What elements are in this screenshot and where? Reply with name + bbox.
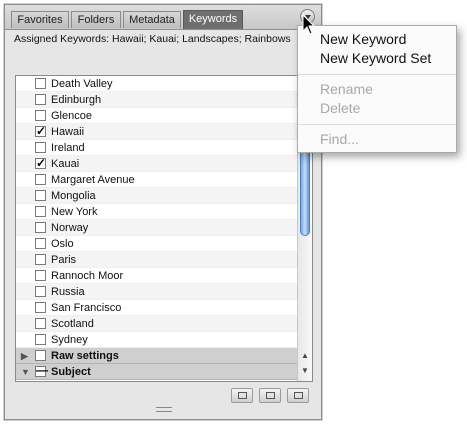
delete-keyword-button[interactable]: [287, 388, 309, 403]
new-item-icon: [266, 392, 275, 399]
keyword-label: Kauai: [51, 158, 80, 170]
menu-item-rename[interactable]: Rename: [320, 81, 373, 97]
keyword-set-label: Raw settings: [51, 350, 119, 362]
keyword-checkbox[interactable]: [35, 254, 46, 265]
keyword-label: Hawaii: [51, 126, 85, 138]
keyword-checkbox[interactable]: [35, 270, 46, 281]
list-item[interactable]: ✓ Kauai: [16, 156, 298, 172]
new-keyword-set-button[interactable]: [231, 388, 253, 403]
panel-dropdown-menu: New Keyword New Keyword Set Rename Delet…: [297, 25, 457, 153]
keyword-checkbox[interactable]: [35, 318, 46, 329]
keyword-label: Paris: [51, 254, 77, 266]
keyword-label: Ireland: [51, 142, 85, 154]
disclosure-triangle-down-icon[interactable]: ▼: [21, 364, 30, 380]
keyword-checkbox[interactable]: [35, 206, 46, 217]
keyword-label: Sydney: [51, 334, 88, 346]
new-keyword-button[interactable]: [259, 388, 281, 403]
keyword-set-label: Subject: [51, 366, 91, 378]
disclosure-triangle-right-icon[interactable]: ▶: [21, 348, 28, 364]
keyword-set-checkbox[interactable]: —: [35, 363, 48, 377]
trash-icon: [294, 392, 303, 399]
tab-bar: Favorites Folders Metadata Keywords: [5, 5, 321, 30]
list-item[interactable]: Ireland: [16, 140, 298, 156]
keyword-checkbox[interactable]: [35, 142, 46, 153]
list-item[interactable]: ✓ Hawaii: [16, 124, 298, 140]
tab-keywords[interactable]: Keywords: [183, 10, 243, 29]
menu-item-new-keyword[interactable]: New Keyword: [320, 31, 406, 47]
list-item[interactable]: San Francisco: [16, 300, 298, 316]
keyword-label: Russia: [51, 286, 85, 298]
keywords-panel: Favorites Folders Metadata Keywords Assi…: [4, 4, 322, 420]
keyword-set-checkbox[interactable]: [35, 350, 46, 361]
list-item[interactable]: Margaret Avenue: [16, 172, 298, 188]
scroll-down-arrow-icon[interactable]: ▼: [301, 366, 309, 375]
keyword-label: Mongolia: [51, 190, 96, 202]
assigned-keywords-text: Assigned Keywords: Hawaii; Kauai; Landsc…: [14, 33, 291, 45]
menu-item-new-keyword-set[interactable]: New Keyword Set: [320, 50, 431, 66]
menu-item-find[interactable]: Find...: [320, 131, 359, 147]
keyword-label: San Francisco: [51, 302, 122, 314]
list-item[interactable]: Oslo: [16, 236, 298, 252]
keyword-label: Norway: [51, 222, 89, 234]
keyword-checkbox[interactable]: [35, 286, 46, 297]
list-item[interactable]: Mongolia: [16, 188, 298, 204]
keyword-label: New York: [51, 206, 98, 218]
list-item[interactable]: New York: [16, 204, 298, 220]
keyword-checkbox[interactable]: [35, 190, 46, 201]
menu-separator: [298, 124, 456, 125]
folder-icon: [238, 392, 247, 399]
list-item[interactable]: Sydney: [16, 332, 298, 348]
keyword-set-raw-settings[interactable]: ▶ Raw settings: [16, 348, 298, 364]
list-item[interactable]: Paris: [16, 252, 298, 268]
keyword-checkbox[interactable]: [35, 94, 46, 105]
keyword-checkbox[interactable]: [35, 174, 46, 185]
keyword-checkbox[interactable]: [35, 222, 46, 233]
keyword-set-subject[interactable]: ▼ — Subject: [16, 364, 298, 380]
resize-grip[interactable]: [156, 407, 172, 412]
keyword-checkbox[interactable]: ✓: [35, 124, 47, 138]
mixed-state-icon: —: [36, 363, 48, 377]
list-item[interactable]: Russia: [16, 284, 298, 300]
tab-metadata[interactable]: Metadata: [123, 11, 181, 28]
list-item[interactable]: Edinburgh: [16, 92, 298, 108]
keyword-checkbox[interactable]: [35, 238, 46, 249]
list-item[interactable]: Glencoe: [16, 108, 298, 124]
menu-separator: [298, 74, 456, 75]
check-mark-icon: ✓: [36, 156, 47, 170]
mouse-pointer-icon: [302, 14, 316, 35]
menu-item-delete[interactable]: Delete: [320, 100, 360, 116]
check-mark-icon: ✓: [36, 124, 47, 138]
list-item[interactable]: Death Valley: [16, 76, 298, 92]
list-item[interactable]: Norway: [16, 220, 298, 236]
keyword-checkbox[interactable]: [35, 302, 46, 313]
tab-folders[interactable]: Folders: [71, 11, 121, 28]
keyword-label: Death Valley: [51, 78, 113, 90]
keyword-checkbox[interactable]: [35, 78, 46, 89]
list-item[interactable]: Scotland: [16, 316, 298, 332]
keyword-checkbox[interactable]: ✓: [35, 156, 47, 170]
keyword-label: Margaret Avenue: [51, 174, 135, 186]
keyword-label: Scotland: [51, 318, 94, 330]
keyword-checkbox[interactable]: [35, 110, 46, 121]
scroll-up-arrow-icon[interactable]: ▲: [301, 351, 309, 360]
tab-favorites[interactable]: Favorites: [11, 11, 69, 28]
list-item[interactable]: Rannoch Moor: [16, 268, 298, 284]
keyword-label: Oslo: [51, 238, 74, 250]
keyword-checkbox[interactable]: [35, 334, 46, 345]
keyword-list: Death Valley Edinburgh Glencoe ✓ Hawaii …: [15, 75, 313, 382]
keyword-label: Rannoch Moor: [51, 270, 124, 282]
keyword-label: Edinburgh: [51, 94, 102, 106]
keyword-label: Glencoe: [51, 110, 92, 122]
